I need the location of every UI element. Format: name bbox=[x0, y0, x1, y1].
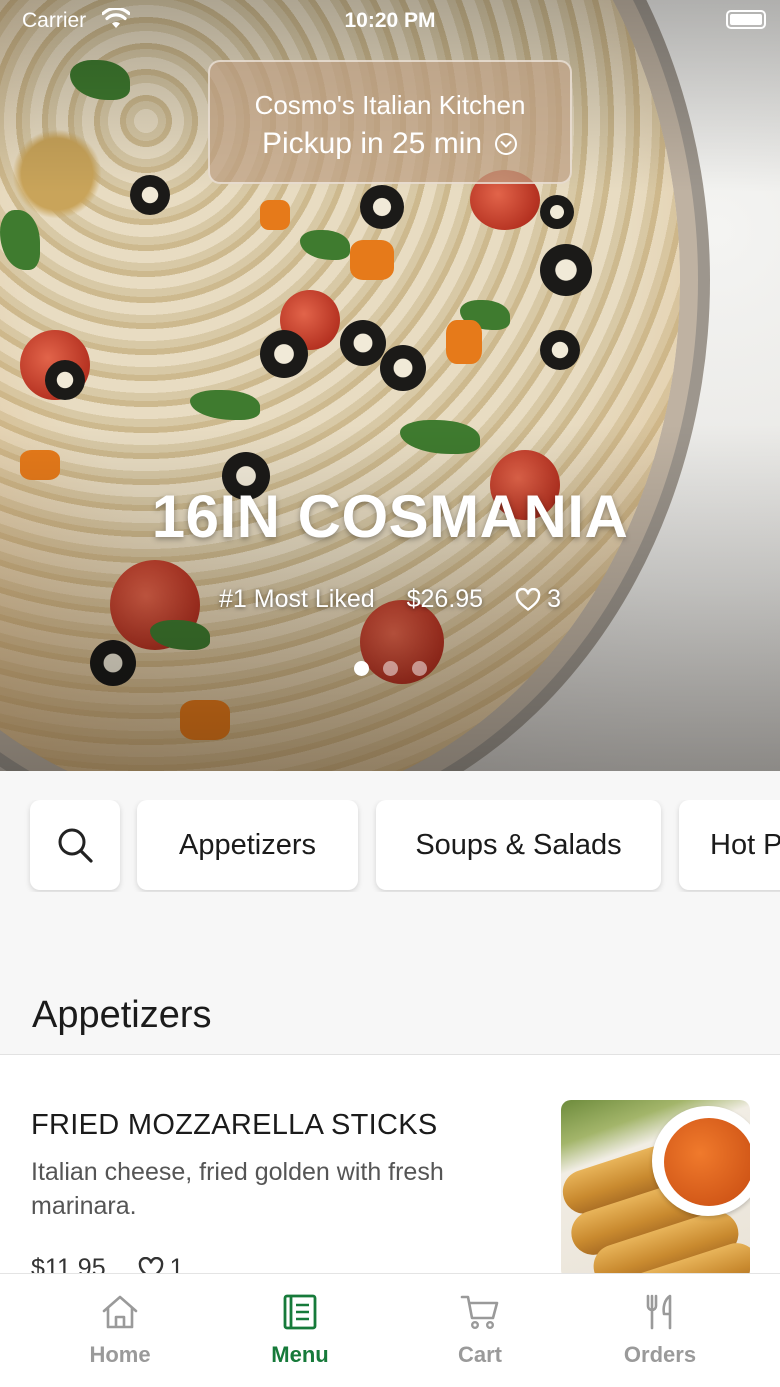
tab-home[interactable]: Home bbox=[30, 1274, 210, 1387]
search-button[interactable] bbox=[30, 800, 120, 890]
carousel-dot-3[interactable] bbox=[411, 661, 427, 676]
pickup-label: Pickup in 25 min bbox=[261, 127, 483, 160]
tab-orders-label: Orders bbox=[623, 1342, 697, 1367]
carousel-dot-2[interactable] bbox=[382, 661, 398, 676]
menu-icon bbox=[283, 1294, 317, 1330]
category-appetizers[interactable]: Appetizers bbox=[137, 800, 358, 890]
featured-likes[interactable]: 3 bbox=[515, 585, 561, 614]
featured-meta: #1 Most Liked $26.95 3 bbox=[0, 585, 780, 614]
tab-cart[interactable]: Cart bbox=[390, 1274, 570, 1387]
cart-icon bbox=[460, 1295, 499, 1330]
category-bar[interactable]: Appetizers Soups & Salads Hot Pizza bbox=[0, 800, 780, 892]
tab-orders[interactable]: Orders bbox=[570, 1274, 750, 1387]
heart-icon bbox=[515, 587, 541, 611]
item-description: Italian cheese, fried golden with fresh … bbox=[31, 1158, 444, 1220]
clock: 10:20 PM bbox=[344, 9, 436, 32]
tab-menu[interactable]: Menu bbox=[210, 1274, 390, 1387]
status-bar: Carrier 10:20 PM bbox=[0, 0, 780, 40]
category-soups-salads[interactable]: Soups & Salads bbox=[376, 800, 661, 890]
tab-cart-label: Cart bbox=[457, 1342, 502, 1367]
carousel-dot-1[interactable] bbox=[353, 661, 369, 676]
tab-menu-label: Menu bbox=[271, 1342, 329, 1367]
store-selector[interactable]: Cosmo's Italian Kitchen Pickup in 25 min bbox=[208, 60, 572, 184]
featured-badge: #1 Most Liked bbox=[218, 585, 375, 613]
item-name: FRIED MOZZARELLA STICKS bbox=[31, 1109, 438, 1141]
featured-likes-count: 3 bbox=[547, 585, 561, 613]
tab-home-label: Home bbox=[89, 1342, 151, 1367]
pickup-time: Pickup in 25 min bbox=[210, 127, 570, 161]
featured-hero[interactable]: Carrier 10:20 PM Cosmo's Italian Kitchen… bbox=[0, 0, 780, 771]
section-title: Appetizers bbox=[32, 994, 212, 1036]
category-hot-pizza[interactable]: Hot Pizza bbox=[679, 800, 780, 890]
store-name: Cosmo's Italian Kitchen bbox=[254, 90, 526, 120]
featured-price: $26.95 bbox=[406, 585, 484, 613]
home-icon bbox=[102, 1295, 138, 1329]
tab-bar: Home Menu Cart Orders bbox=[0, 1273, 780, 1387]
featured-title: 16IN COSMANIA bbox=[151, 483, 629, 550]
carousel-indicator[interactable] bbox=[0, 661, 780, 676]
chevron-down-circle-icon bbox=[495, 133, 518, 155]
item-thumbnail[interactable] bbox=[561, 1100, 750, 1280]
battery-icon bbox=[726, 10, 766, 29]
orders-icon bbox=[646, 1294, 672, 1330]
search-icon bbox=[58, 828, 93, 863]
